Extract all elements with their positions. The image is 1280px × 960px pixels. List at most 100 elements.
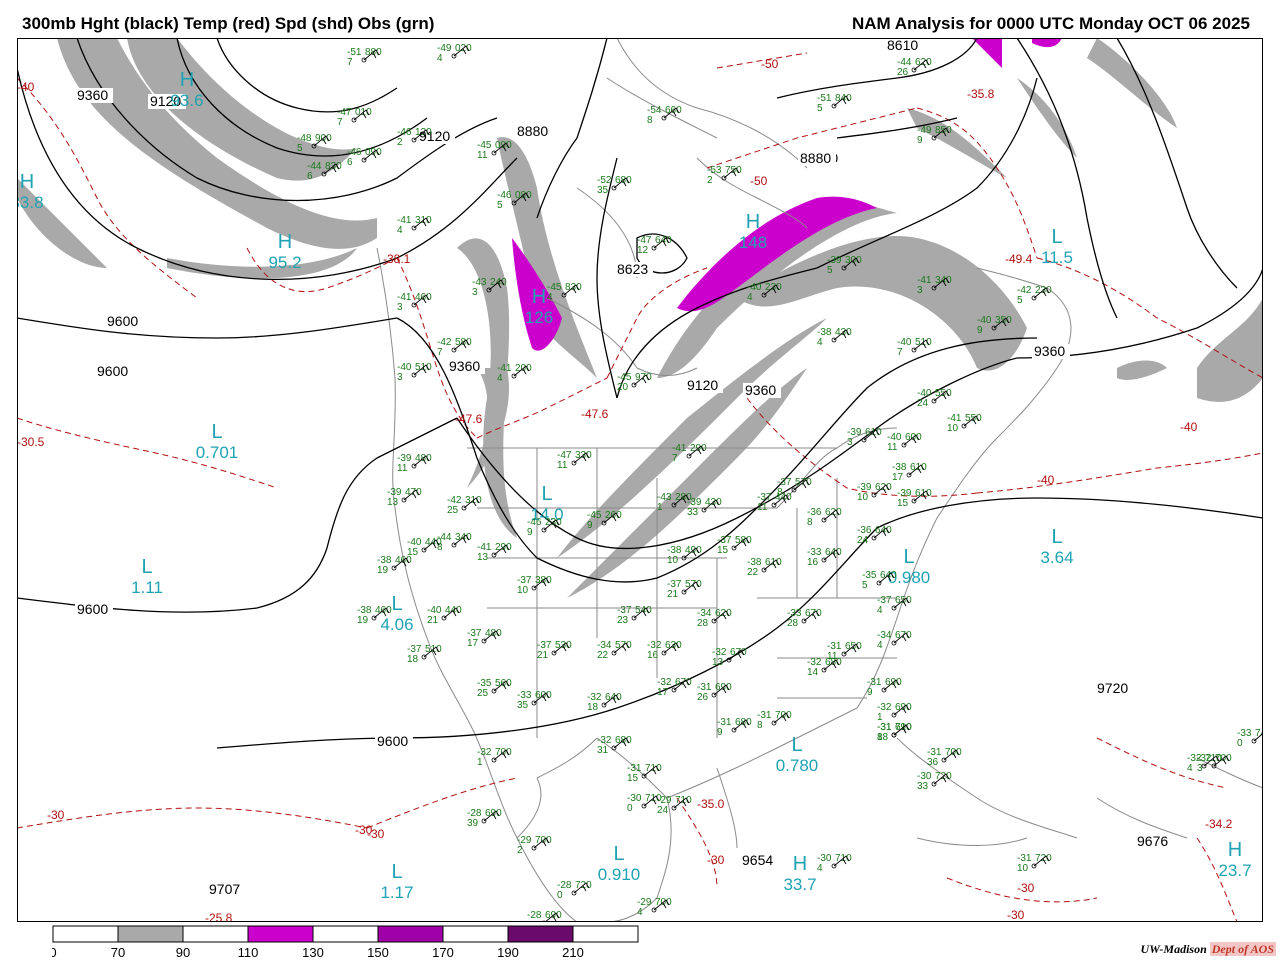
station-obs: -4712640 [637,235,672,256]
obs-dewpoint: 12 [637,245,649,256]
station-obs: -292700 [517,835,552,856]
temp-label: -49.4 [1005,252,1033,266]
height-label: 9600 [105,313,143,329]
station-obs: -3428620 [697,608,732,629]
obs-dewpoint: 4 [497,373,503,384]
station-obs: -532750 [707,165,742,186]
obs-dewpoint: 15 [627,773,639,784]
obs-dewpoint: 36 [927,757,939,768]
station-obs: -3217670 [657,677,692,698]
obs-dewpoint: 11 [757,502,768,513]
station-obs: -3910620 [857,482,892,503]
height-label: 9600 [75,601,113,617]
station-obs: -3913470 [387,487,422,508]
station-obs: -494020 [437,43,472,64]
obs-dewpoint: 3 [917,285,923,296]
temp-label: -30.5 [17,435,45,449]
height-value: 9360 [77,87,108,103]
station-obs: -425230 [1017,285,1052,306]
station-obs: -413460 [397,292,432,313]
height-value: 9360 [745,382,776,398]
extremum-value: 148 [739,233,767,252]
obs-dewpoint: 8 [647,115,653,126]
station-obs: -384430 [817,327,852,348]
obs-dewpoint: 10 [1017,863,1029,874]
obs-dewpoint: 7 [347,57,353,68]
obs-dewpoint: 4 [817,337,823,348]
extremum-letter: H [20,171,34,193]
legend-label: 150 [367,945,389,959]
extremum-marker: L11.5 [1041,226,1073,267]
station-obs: -393610 [847,427,882,448]
obs-dewpoint: 9 [717,727,723,738]
obs-dewpoint: 7 [337,117,343,128]
extremum-marker: L0.910 [598,843,641,884]
obs-dewpoint: 1 [657,502,663,513]
legend-swatch [507,925,574,943]
obs-dewpoint: 23 [617,615,629,626]
station-obs: -3822610 [747,557,782,578]
station-obs: -3422570 [597,640,632,661]
obs-dewpoint: 25 [447,505,459,516]
station-obs: -3110720 [1017,853,1052,874]
station-obs: -414200 [497,363,532,384]
obs-dewpoint: 11 [887,442,898,453]
temp-label: -47.6 [455,412,483,426]
station-obs: -3033720 [917,771,952,792]
temp-label: -30 [1017,881,1035,895]
station-obs: -319680 [717,717,752,738]
obs-dewpoint: 17 [892,472,904,483]
obs-dewpoint: 9 [587,520,593,531]
extremum-marker: L3.64 [1040,526,1073,567]
station-obs: -459260 [587,510,622,531]
station-obs: -4711330 [557,450,592,471]
obs-dewpoint: 9 [527,527,533,538]
station-obs: -3721530 [537,640,572,661]
obs-dewpoint: 25 [477,688,489,699]
station-obs: -448340 [437,532,472,553]
extremum-value: 11.5 [1041,248,1073,267]
height-value: 9600 [107,313,138,329]
extremum-value: 0.780 [776,756,819,775]
obs-dewpoint: 22 [747,567,759,578]
station-obs: -3933430 [687,497,722,518]
station-obs: -280720 [557,880,592,901]
extremum-letter: H [180,69,194,91]
legend-swatch [117,925,184,943]
height-label: 8880 [798,150,836,166]
obs-dewpoint: 3 [397,302,403,313]
obs-dewpoint: 0 [627,803,633,814]
station-obs: -3710380 [517,575,552,596]
legend-label: 190 [497,945,519,959]
station-obs: -466090 [347,147,382,168]
temp-label: -30 [47,808,65,822]
obs-dewpoint: 7 [437,347,443,358]
station-obs: -548660 [647,105,682,126]
station-obs: -3915610 [897,488,932,509]
height-value: 9600 [97,363,128,379]
temp-label: -25.8 [205,911,233,922]
extremum-value: 126 [525,308,553,327]
obs-dewpoint: 17 [657,687,669,698]
obs-dewpoint: 8 [777,487,783,498]
obs-dewpoint: 24 [857,535,869,546]
station-obs: -4015440 [407,537,442,558]
extremum-marker: L0.701 [196,421,239,462]
obs-dewpoint: 4 [437,53,443,64]
obs-dewpoint: 10 [517,585,529,596]
height-label: 9707 [207,881,245,897]
station-obs: -304710 [817,853,852,874]
extremum-marker: H33.7 [783,853,816,894]
obs-dewpoint: 15 [897,498,909,509]
obs-dewpoint: 4 [817,863,823,874]
height-label: 9360 [75,87,113,103]
obs-dewpoint: 15 [717,545,729,556]
height-label: 9600 [95,363,133,379]
obs-dewpoint: 16 [647,650,659,661]
station-obs: -324710 [1187,753,1222,774]
obs-dewpoint: 3 [397,372,403,383]
legend-swatch [442,925,509,943]
obs-dewpoint: 17 [467,638,479,649]
obs-dewpoint: 9 [867,687,873,698]
obs-dewpoint: 4 [747,292,753,303]
